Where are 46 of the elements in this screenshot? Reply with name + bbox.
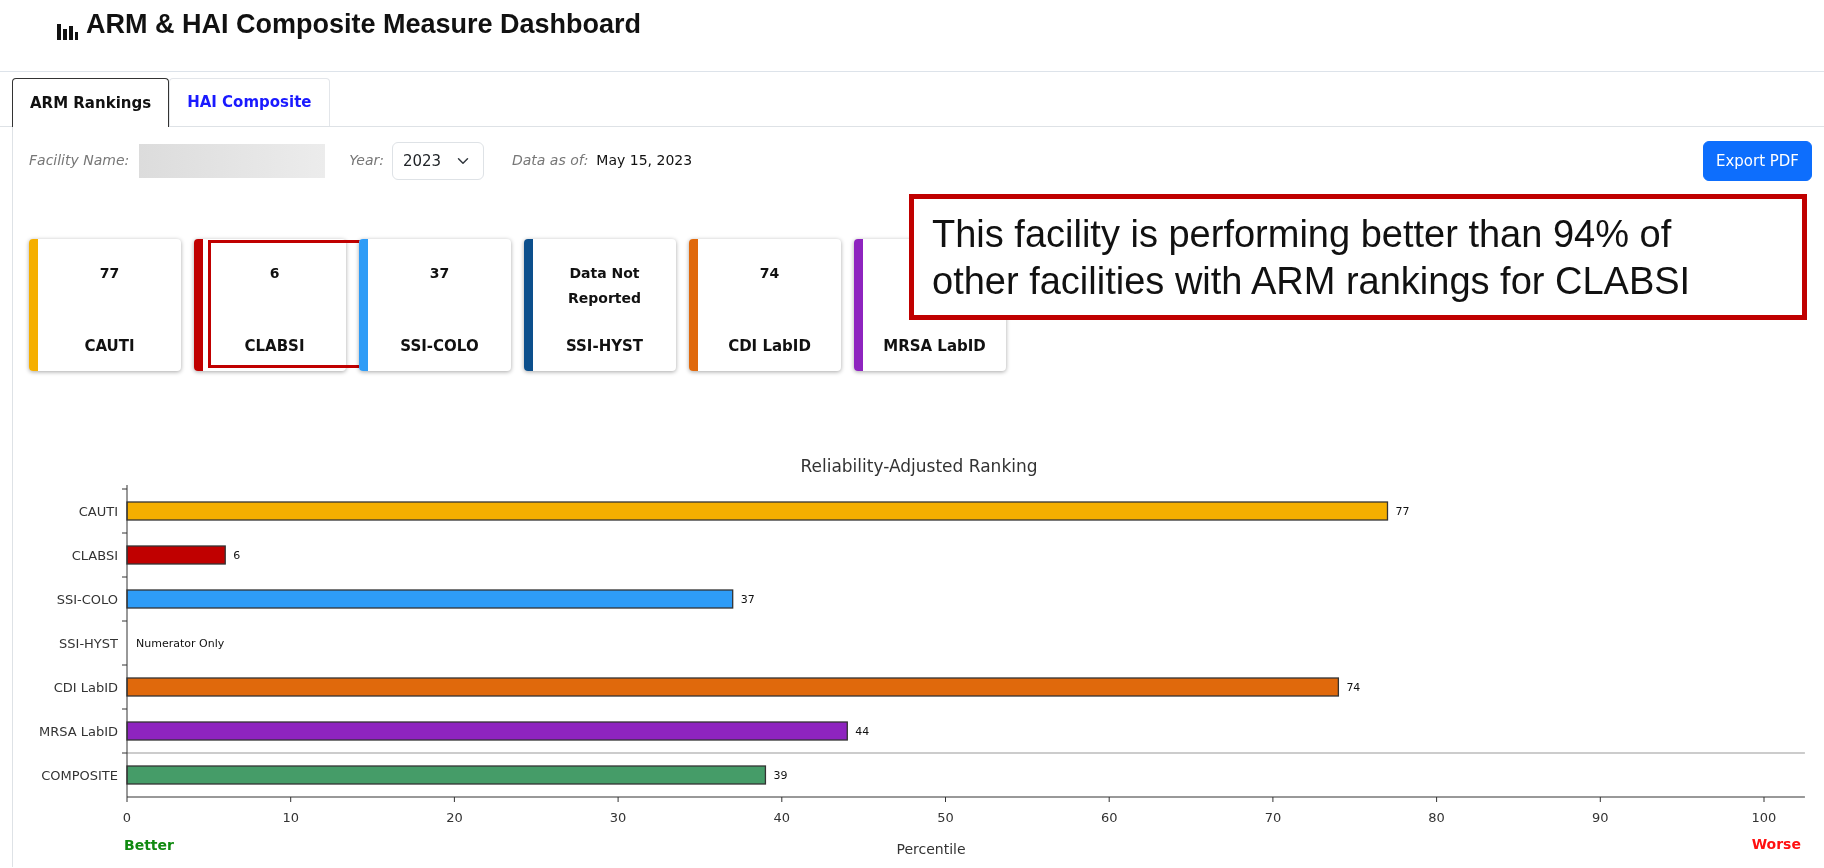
- tick-label: 50: [937, 810, 954, 825]
- page-title: ARM & HAI Composite Measure Dashboard: [86, 8, 642, 41]
- tick-label: 0: [122, 810, 132, 825]
- card-value: 37: [429, 264, 450, 283]
- tick-label: 20: [446, 810, 463, 825]
- date-text: May 15, 2023: [596, 151, 693, 171]
- card-label: CDI LabID: [728, 335, 811, 357]
- tick-label: 100: [1751, 810, 1777, 825]
- card-value: 77: [99, 264, 120, 283]
- tick-label: 60: [1100, 810, 1118, 825]
- annotation-text: Numerator Only: [136, 637, 225, 650]
- tick-label: 90: [1592, 810, 1609, 825]
- bar-label: 44: [855, 725, 870, 738]
- card-value: 6: [269, 264, 280, 283]
- category-label: SSI-HYST: [59, 636, 118, 651]
- card-label: MRSA LabID: [883, 335, 986, 357]
- category-label: COMPOSITE: [41, 768, 118, 783]
- category-label: SSI-COLO: [56, 592, 118, 607]
- tick-label: 40: [773, 810, 791, 825]
- field-label: Year:: [349, 151, 384, 171]
- card-label: SSI-COLO: [400, 335, 479, 357]
- tick-label: 80: [1428, 810, 1445, 825]
- bar-label: 39: [773, 769, 788, 782]
- category-label: CDI LabID: [53, 680, 118, 695]
- bar-label: 77: [1395, 505, 1410, 518]
- tick-label: 30: [609, 810, 627, 825]
- tick-label: 10: [282, 810, 299, 825]
- axis-title: Percentile: [896, 841, 966, 857]
- chart-title: Reliability-Adjusted Ranking: [800, 456, 1038, 476]
- field-label: Facility Name:: [29, 151, 130, 171]
- category-label: CLABSI: [71, 548, 118, 563]
- bar-label: 74: [1346, 681, 1361, 694]
- axis-end-label: Worse: [1751, 836, 1801, 852]
- card-value: 74: [759, 264, 780, 283]
- card-label: CLABSI: [244, 335, 305, 357]
- bar-label: 37: [740, 593, 755, 606]
- callout-tooltip: This facility is performing better than 94% of other facilities with ARM rankings for CLABSI: [909, 193, 1807, 320]
- category-label: MRSA LabID: [38, 724, 118, 739]
- category-label: CAUTI: [78, 504, 118, 519]
- card-label: CAUTI: [84, 335, 135, 357]
- card-label: SSI-HYST: [565, 335, 644, 357]
- field-label: Data as of:: [511, 151, 589, 171]
- bar-label: 6: [233, 549, 241, 562]
- axis-end-label: Better: [124, 837, 174, 853]
- tick-label: 70: [1264, 810, 1282, 825]
- card-value: Data Not Reported: [567, 264, 642, 308]
